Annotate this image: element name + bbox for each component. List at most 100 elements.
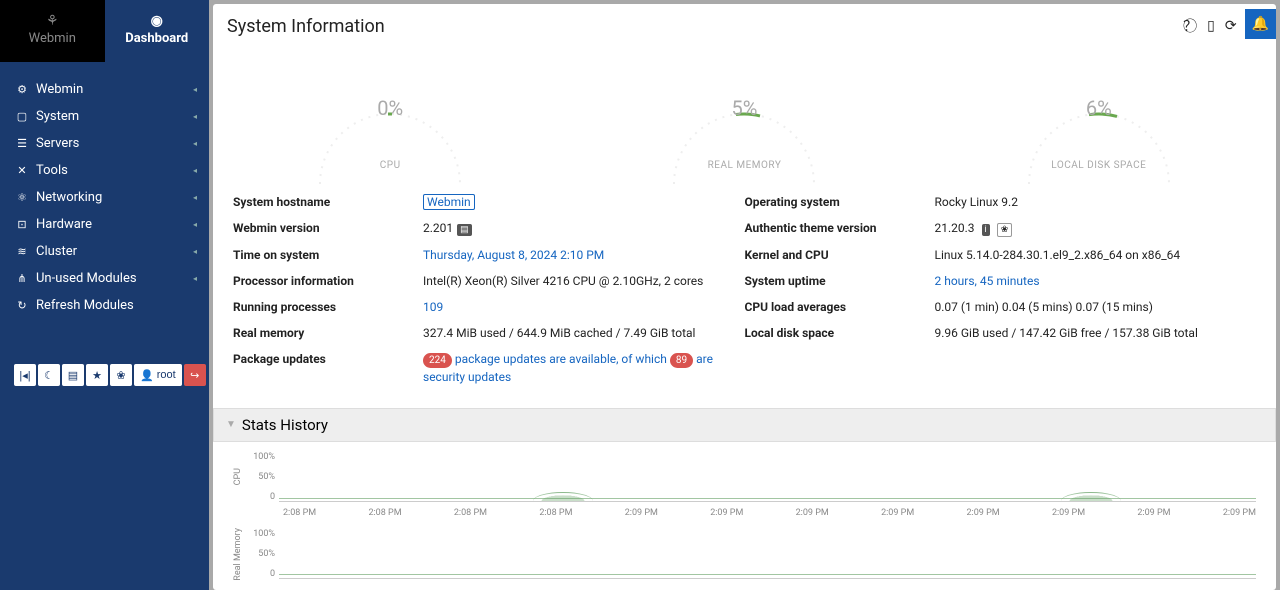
info-icon[interactable]: i [982,224,990,236]
xtick: 2:09 PM [1223,508,1256,518]
sidebar-item-label: System [36,109,79,124]
sidebar-item-unused[interactable]: ⋔ Un-used Modules ◂ [0,265,209,292]
ytick: 50% [247,549,275,559]
load-value: 0.07 (1 min) 0.04 (5 mins) 0.07 (15 mins… [935,298,1257,316]
sidebar-item-label: Refresh Modules [36,298,134,313]
xtick: 2:09 PM [881,508,914,518]
toggle-panel-button[interactable]: |◂| [14,364,36,386]
mem-label: Real memory [233,324,423,342]
header-actions: ？⃝ ▯ ⟳ 🔔 [1181,14,1262,38]
sidebar: ⚘ Webmin ◉ Dashboard ⚙Webmin◂ ▢System◂ ☰… [0,0,209,590]
xtick: 2:08 PM [454,508,487,518]
terminal-button[interactable]: ▤ [62,364,84,386]
gear-icon: ⚙ [14,83,30,96]
help-icon[interactable]: ？⃝ [1181,14,1199,38]
gauge-cpu-pct: 0% [300,96,480,120]
ytick: 0 [247,492,275,502]
sidebar-item-label: Un-used Modules [36,271,137,286]
favorites-button[interactable]: ★ [86,364,108,386]
sidebar-item-servers[interactable]: ☰ Servers ◂ [0,130,209,157]
gauges-row: 0% CPU 5% REAL MEMORY [213,44,1276,181]
sidebar-item-networking[interactable]: ⚛ Networking ◂ [0,184,209,211]
chart-mem-ylabel: Real Memory [233,528,247,581]
night-mode-button[interactable]: ☾ [38,364,60,386]
sidebar-item-system[interactable]: ▢System◂ [0,103,209,130]
network-icon: ⚛ [14,191,30,204]
pkg-link1[interactable]: package updates are available, of which [455,352,667,366]
chevron-down-icon: ▼ [226,419,236,430]
chart-cpu-area [279,452,1256,502]
gauge-memory-pct: 5% [654,96,834,120]
mem-value: 327.4 MiB used / 644.9 MiB cached / 7.49… [423,324,745,342]
uptime-link[interactable]: 2 hours, 45 minutes [935,274,1040,288]
procs-link[interactable]: 109 [423,300,443,314]
tab-dashboard[interactable]: ◉ Dashboard [105,0,210,62]
kernel-value: Linux 5.14.0-284.30.1.el9_2.x86_64 on x8… [935,246,1257,264]
xtick: 2:08 PM [539,508,572,518]
xtick: 2:09 PM [625,508,658,518]
chart-mem-yaxis: 100% 50% 0 [247,529,279,579]
chart-mem: Real Memory 100% 50% 0 [233,528,1256,581]
sidebar-item-label: Networking [36,190,102,205]
gauge-disk: 6% LOCAL DISK SPACE [1009,64,1189,171]
sidebar-item-hardware[interactable]: ⊡Hardware◂ [0,211,209,238]
drive-icon: ⊡ [14,218,30,231]
sidebar-item-cluster[interactable]: ≋ Cluster ◂ [0,238,209,265]
user-label: root [157,369,176,381]
refresh-icon[interactable]: ⟳ [1223,16,1239,36]
xtick: 2:09 PM [1137,508,1170,518]
clipboard-icon[interactable]: ▯ [1205,16,1217,36]
tab-dashboard-label: Dashboard [125,31,188,46]
stats-body: CPU 100% 50% 0 2:08 PM 2:08 PM 2: [213,442,1276,590]
chevron-left-icon: ◂ [193,247,197,256]
chevron-left-icon: ◂ [193,274,197,283]
pkg-badge-total: 224 [423,353,452,368]
chart-mem-area [279,529,1256,579]
tools-icon: ✕ [14,164,30,177]
pkg-badge-sec: 89 [670,353,693,368]
language-button[interactable]: ❀ [110,364,132,386]
cpuinfo-value: Intel(R) Xeon(R) Silver 4216 CPU @ 2.10G… [423,272,745,290]
gauge-icon: ⚘ [0,13,105,29]
servers-icon: ☰ [14,137,30,150]
chart-cpu-ylabel: CPU [233,468,247,485]
disk-value: 9.96 GiB used / 147.42 GiB free / 157.38… [935,324,1257,342]
kernel-label: Kernel and CPU [745,246,935,264]
unused-icon: ⋔ [14,272,30,285]
dashboard-icon: ◉ [105,13,210,29]
sidebar-item-label: Webmin [36,82,83,97]
sidebar-item-webmin[interactable]: ⚙Webmin◂ [0,76,209,103]
stats-header[interactable]: ▼Stats History [213,408,1276,442]
chevron-left-icon: ◂ [193,139,197,148]
sidebar-item-label: Cluster [36,244,77,259]
chart-cpu-yaxis: 100% 50% 0 [247,452,279,502]
xtick: 2:09 PM [796,508,829,518]
xtick: 2:08 PM [368,508,401,518]
chart-cpu-xaxis: 2:08 PM 2:08 PM 2:08 PM 2:08 PM 2:09 PM … [233,508,1256,518]
main-area: System Information ？⃝ ▯ ⟳ 🔔 0% CPU [209,0,1280,590]
sidebar-tabs: ⚘ Webmin ◉ Dashboard [0,0,209,62]
time-link[interactable]: Thursday, August 8, 2024 2:10 PM [423,248,604,262]
cluster-icon: ≋ [14,245,30,258]
cpuinfo-label: Processor information [233,272,423,290]
xtick: 2:09 PM [967,508,1000,518]
logout-button[interactable]: ↪ [184,364,206,386]
gauge-memory: 5% REAL MEMORY [654,64,834,171]
chevron-left-icon: ◂ [193,193,197,202]
ytick: 100% [247,529,275,539]
header-bar: System Information ？⃝ ▯ ⟳ 🔔 [213,4,1276,44]
user-icon: 👤 [140,369,154,382]
bell-icon[interactable]: 🔔 [1245,9,1276,39]
sidebar-item-tools[interactable]: ✕ Tools ◂ [0,157,209,184]
chevron-left-icon: ◂ [193,166,197,175]
xtick: 2:09 PM [1052,508,1085,518]
ytick: 100% [247,452,275,462]
sidebar-item-label: Tools [36,163,68,178]
chevron-left-icon: ◂ [193,112,197,121]
user-button[interactable]: 👤root [134,364,182,386]
procs-label: Running processes [233,298,423,316]
sidebar-item-refresh[interactable]: ↻Refresh Modules [0,292,209,319]
sidebar-item-label: Servers [36,136,79,151]
tab-webmin[interactable]: ⚘ Webmin [0,0,105,62]
pkg-value: 224 package updates are available, of wh… [423,350,745,386]
